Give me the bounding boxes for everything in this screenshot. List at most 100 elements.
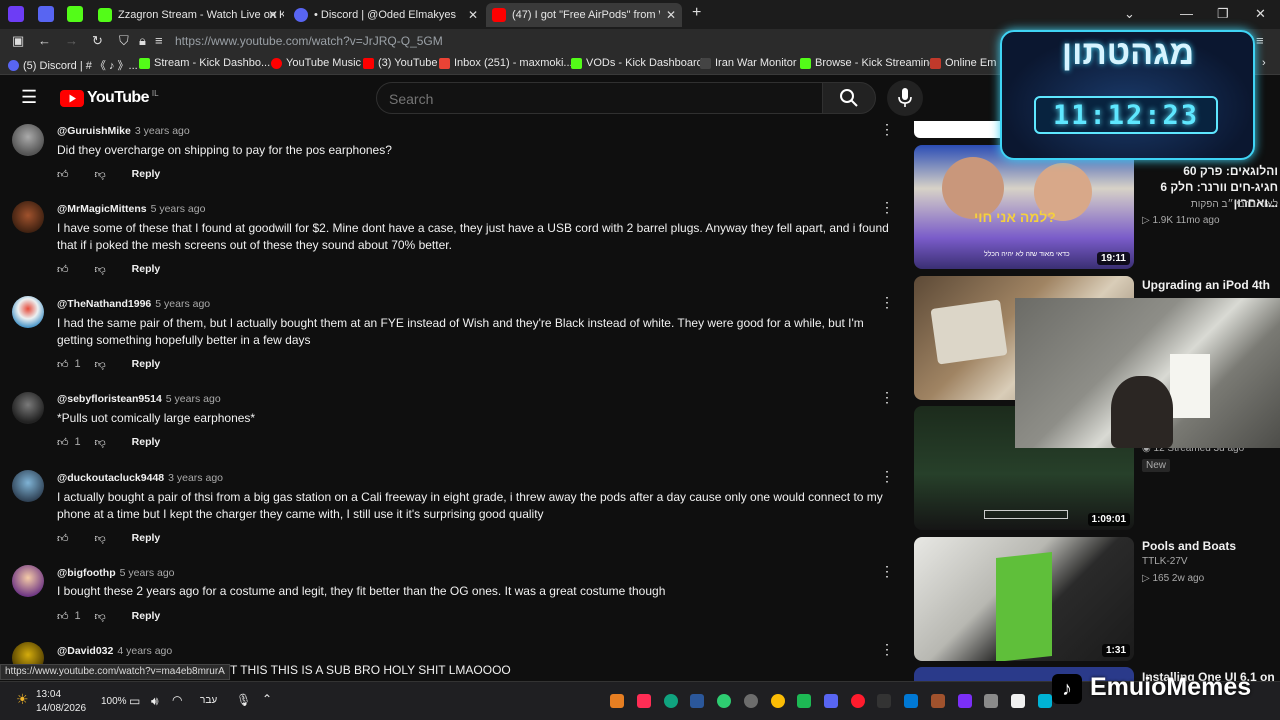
reply-button[interactable]: Reply [132,358,161,370]
comment-menu-icon[interactable]: ⋮ [880,390,894,404]
dislike-icon[interactable]: 👎︎ [95,358,106,371]
comment-menu-icon[interactable]: ⋮ [880,642,894,656]
back-icon[interactable]: ← [38,33,51,48]
close-icon[interactable]: ✕ [666,8,676,22]
comment-author[interactable]: @bigfoothp 5 years ago [57,567,175,579]
window-close-icon[interactable]: ✕ [1255,6,1266,22]
search-button[interactable] [822,82,876,114]
pinned-tab-discord-icon[interactable] [38,6,54,22]
like-icon[interactable]: 👍︎ [57,610,69,623]
comment-menu-icon[interactable]: ⋮ [880,564,894,578]
chrome-app-icon[interactable] [771,694,785,708]
forward-icon[interactable]: → [65,33,78,48]
app-icon-media[interactable] [797,694,811,708]
app-icon-brown[interactable] [931,694,945,708]
comment-author[interactable]: @David032 4 years ago [57,645,172,657]
comment-author[interactable]: @sebyfloristean9514 5 years ago [57,393,221,405]
reply-button[interactable]: Reply [132,532,161,544]
close-icon[interactable]: ✕ [468,8,478,22]
bookmark-youtube[interactable]: (3) YouTube [363,57,438,69]
volume-icon[interactable]: 🔊︎ [151,694,159,709]
reply-button[interactable]: Reply [132,610,161,622]
bookmark-kick-vods[interactable]: VODs - Kick Dashboard [571,57,703,69]
store-app-icon[interactable] [904,694,918,708]
bookmark-online-em[interactable]: Online Em [930,57,996,69]
comment-author[interactable]: @TheNathand1996 5 years ago [57,298,210,310]
bookmark-kick-browse[interactable]: Browse - Kick Streaming [800,57,935,69]
dislike-icon[interactable]: 👎︎ [95,532,106,545]
battery-icon[interactable]: ▭ [129,694,140,708]
weather-icon[interactable]: ☀︎ [16,691,29,708]
chip-partial[interactable] [914,121,1014,138]
address-bar-url[interactable]: https://www.youtube.com/watch?v=JrJRQ-Q_… [175,34,443,48]
bookmark-iran-war-monitor[interactable]: Iran War Monitor [700,57,797,69]
shield-icon[interactable]: ⛉ [119,33,129,49]
like-icon[interactable]: 👍︎ [57,263,69,276]
sidebar-toggle-icon[interactable]: ▣ [12,33,24,49]
avatar[interactable] [12,124,44,156]
close-icon[interactable]: ✕ [268,8,278,22]
app-icon-cyan[interactable] [1038,694,1052,708]
comment-menu-icon[interactable]: ⋮ [880,122,894,136]
dislike-icon[interactable]: 👎︎ [95,610,106,623]
maximize-icon[interactable]: ❐ [1217,6,1229,22]
app-icon-orange[interactable] [610,694,624,708]
word-app-icon[interactable] [690,694,704,708]
new-tab-icon[interactable]: + [692,4,701,22]
site-settings-icon[interactable]: ≡ [155,33,163,48]
app-icon-green[interactable] [717,694,731,708]
search-box[interactable] [376,82,823,114]
comment-author[interactable]: @GuruishMike 3 years ago [57,125,190,137]
dislike-icon[interactable]: 👎︎ [95,263,106,276]
pinned-tab-app-icon[interactable] [8,6,24,22]
channel-name[interactable]: TTLK-27V [1142,556,1278,567]
video-thumbnail[interactable]: 1:31 [914,537,1134,661]
like-icon[interactable]: 👍︎ [57,358,69,371]
avatar[interactable] [12,470,44,502]
terminal-app-icon[interactable] [877,694,891,708]
app-icon-white[interactable] [1011,694,1025,708]
tab-list-chevron-icon[interactable]: ⌄ [1124,6,1135,22]
comment-author[interactable]: @duckoutacluck9448 3 years ago [57,472,223,484]
minimize-icon[interactable]: — [1180,6,1193,21]
avatar[interactable] [12,296,44,328]
reply-button[interactable]: Reply [132,436,161,448]
avatar[interactable] [12,392,44,424]
app-icon-purple[interactable] [958,694,972,708]
chatgpt-app-icon[interactable] [664,694,678,708]
tab-discord[interactable]: • Discord | @Oded Elmakyes ✕ [288,3,484,27]
tab-kick-stream[interactable]: Zzagron Stream - Watch Live on Kick ✕ [92,3,284,27]
wifi-icon[interactable]: ◠ [172,693,182,707]
like-icon[interactable]: 👍︎ [57,436,69,449]
microphone-tray-icon[interactable]: 🎙︎ [236,693,251,707]
settings-app-icon[interactable] [984,694,998,708]
like-icon[interactable]: 👍︎ [57,168,69,181]
comment-menu-icon[interactable]: ⋮ [880,295,894,309]
reload-icon[interactable]: ↻ [92,33,103,49]
hamburger-menu-icon[interactable]: ☰ [21,87,37,108]
bookmarks-overflow-chevron-icon[interactable]: › [1262,57,1266,69]
pinned-tab-kick-icon[interactable] [67,6,83,22]
video-thumbnail[interactable]: למה אני חוי? כדאי מאוד שזה לא יהיה הכלל … [914,145,1134,269]
dislike-icon[interactable]: 👎︎ [95,168,106,181]
bookmark-discord[interactable]: (5) Discord | # 《 ♪ 》... [8,57,138,73]
reply-button[interactable]: Reply [132,168,161,180]
browser-menu-icon[interactable]: ≡ [1256,33,1264,48]
discord-app-icon[interactable] [824,694,838,708]
channel-name[interactable]: לאור ברביי״ב הפקות [1142,199,1278,210]
youtube-logo[interactable]: YouTube IL [60,89,159,107]
bookmark-youtube-music[interactable]: YouTube Music [271,57,361,69]
video-title[interactable]: Pools and Boats [1142,538,1278,554]
app-icon-gray[interactable] [744,694,758,708]
input-language[interactable]: עבר [200,695,217,706]
reply-button[interactable]: Reply [132,263,161,275]
tray-chevron-up-icon[interactable]: ⌃ [262,692,272,706]
tiktok-app-icon[interactable] [637,694,651,708]
comment-menu-icon[interactable]: ⋮ [880,469,894,483]
dislike-icon[interactable]: 👎︎ [95,436,106,449]
lock-icon[interactable]: 🔒︎ [139,33,146,49]
avatar[interactable] [12,201,44,233]
video-title[interactable]: Upgrading an iPod 4th [1142,277,1278,293]
comment-menu-icon[interactable]: ⋮ [880,200,894,214]
opera-app-icon[interactable] [851,694,865,708]
